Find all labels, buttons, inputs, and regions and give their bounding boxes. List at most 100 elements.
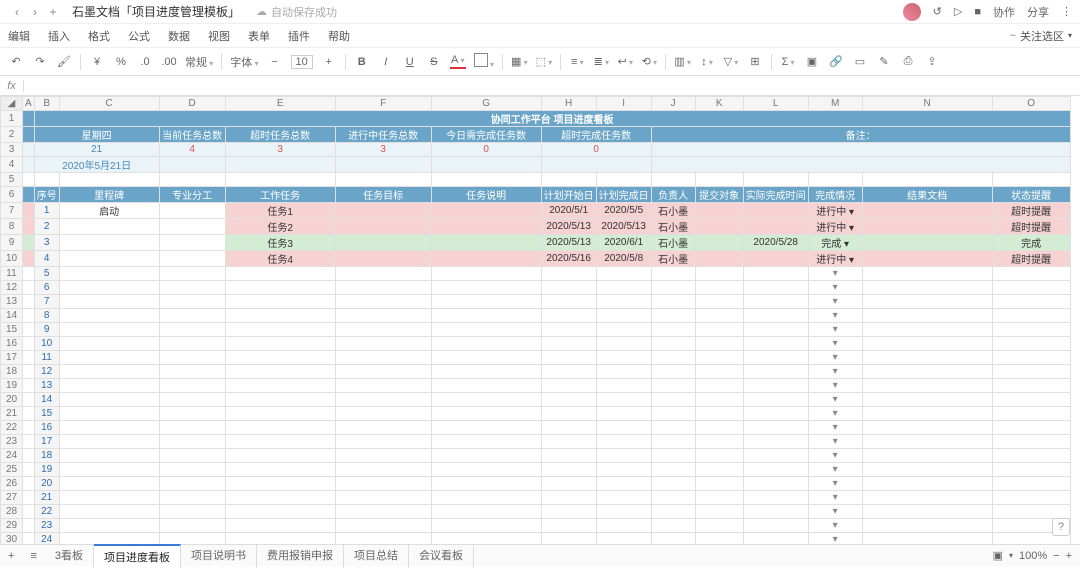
cell[interactable] bbox=[862, 309, 992, 323]
row-header[interactable]: 8 bbox=[1, 219, 23, 235]
cell[interactable] bbox=[225, 393, 335, 407]
add-sheet-button[interactable]: + bbox=[0, 550, 22, 562]
cell[interactable] bbox=[431, 309, 541, 323]
strike-button[interactable]: S bbox=[426, 56, 442, 68]
wrap-button[interactable]: ↩ bbox=[617, 55, 633, 68]
column-header-J[interactable]: J bbox=[651, 97, 695, 111]
menu-view[interactable]: 视图 bbox=[208, 28, 230, 44]
font-size-input[interactable]: 10 bbox=[291, 55, 313, 69]
cell[interactable] bbox=[431, 407, 541, 421]
cell[interactable] bbox=[651, 379, 695, 393]
cell[interactable] bbox=[695, 477, 743, 491]
stat-val-inprogress[interactable]: 3 bbox=[335, 143, 431, 157]
new-tab-button[interactable]: + bbox=[44, 5, 62, 19]
cell[interactable] bbox=[23, 519, 35, 533]
stat-val-duetoday[interactable]: 0 bbox=[431, 143, 541, 157]
cell[interactable] bbox=[59, 463, 159, 477]
cell[interactable] bbox=[431, 393, 541, 407]
cell[interactable] bbox=[743, 337, 808, 351]
row-header[interactable]: 27 bbox=[1, 491, 23, 505]
cell[interactable] bbox=[431, 519, 541, 533]
help-badge[interactable]: ? bbox=[1052, 518, 1070, 536]
row-header[interactable]: 11 bbox=[1, 267, 23, 281]
cell-seq[interactable]: 15 bbox=[34, 407, 59, 421]
cell-milestone[interactable]: 启动 bbox=[59, 203, 159, 219]
cell[interactable] bbox=[159, 393, 225, 407]
forward-button[interactable]: › bbox=[26, 5, 44, 19]
cell[interactable] bbox=[743, 435, 808, 449]
column-header-F[interactable]: F bbox=[335, 97, 431, 111]
cell-seq[interactable]: 4 bbox=[34, 251, 59, 267]
cell[interactable] bbox=[225, 505, 335, 519]
row-header[interactable]: 25 bbox=[1, 463, 23, 477]
cell[interactable] bbox=[596, 407, 651, 421]
cell[interactable] bbox=[23, 127, 35, 143]
col-owner[interactable]: 负责人 bbox=[651, 187, 695, 203]
cell[interactable] bbox=[695, 309, 743, 323]
cell[interactable] bbox=[651, 449, 695, 463]
col-seq[interactable]: 序号 bbox=[34, 187, 59, 203]
cell[interactable] bbox=[431, 173, 541, 187]
cell[interactable] bbox=[159, 351, 225, 365]
cell[interactable] bbox=[225, 435, 335, 449]
cell[interactable] bbox=[431, 351, 541, 365]
cell[interactable] bbox=[862, 421, 992, 435]
cell[interactable] bbox=[743, 365, 808, 379]
cell[interactable] bbox=[541, 421, 596, 435]
cell[interactable] bbox=[596, 323, 651, 337]
cell[interactable] bbox=[431, 421, 541, 435]
cell[interactable] bbox=[992, 407, 1070, 421]
cell[interactable] bbox=[862, 365, 992, 379]
stat-hdr-duetoday[interactable]: 今日需完成任务数 bbox=[431, 127, 541, 143]
cell[interactable] bbox=[23, 463, 35, 477]
cell-seq[interactable]: 10 bbox=[34, 337, 59, 351]
row-header[interactable]: 17 bbox=[1, 351, 23, 365]
fill-color-button[interactable] bbox=[474, 53, 494, 70]
cell[interactable] bbox=[992, 435, 1070, 449]
cell-alert[interactable]: 超时提醒 bbox=[992, 251, 1070, 267]
cell-owner[interactable]: 石小墨 bbox=[651, 203, 695, 219]
cell-task[interactable]: 任务1 bbox=[225, 203, 335, 219]
cell-seq[interactable]: 2 bbox=[34, 219, 59, 235]
cell[interactable] bbox=[695, 407, 743, 421]
cell[interactable] bbox=[159, 337, 225, 351]
row-header[interactable]: 18 bbox=[1, 365, 23, 379]
col-goal[interactable]: 任务目标 bbox=[335, 187, 431, 203]
cell[interactable] bbox=[159, 281, 225, 295]
cell[interactable] bbox=[159, 505, 225, 519]
align-v-button[interactable]: ≣ bbox=[593, 55, 609, 68]
cell[interactable] bbox=[862, 463, 992, 477]
cell[interactable] bbox=[743, 267, 808, 281]
menu-help[interactable]: 帮助 bbox=[328, 28, 350, 44]
cell[interactable] bbox=[596, 337, 651, 351]
cell[interactable] bbox=[695, 491, 743, 505]
cell[interactable] bbox=[159, 309, 225, 323]
cell-submit[interactable] bbox=[695, 203, 743, 219]
chevron-down-icon[interactable]: ▾ bbox=[1068, 31, 1072, 40]
cell-desc[interactable] bbox=[431, 219, 541, 235]
cell[interactable] bbox=[335, 463, 431, 477]
cell[interactable] bbox=[23, 407, 35, 421]
cell-end[interactable]: 2020/5/5 bbox=[596, 203, 651, 219]
cell[interactable] bbox=[862, 267, 992, 281]
cell[interactable] bbox=[743, 463, 808, 477]
cell[interactable] bbox=[59, 421, 159, 435]
spreadsheet-grid[interactable]: ◢ABCDEFGHIJKLMNO 1协同工作平台 项目进度看板2星期四当前任务总… bbox=[0, 96, 1080, 548]
menu-edit[interactable]: 编辑 bbox=[8, 28, 30, 44]
cell-submit[interactable] bbox=[695, 251, 743, 267]
cell[interactable] bbox=[431, 491, 541, 505]
link-button[interactable]: 🔗 bbox=[828, 55, 844, 68]
cell[interactable] bbox=[596, 393, 651, 407]
cell[interactable] bbox=[651, 173, 695, 187]
cell-seq[interactable]: 5 bbox=[34, 267, 59, 281]
user-avatar[interactable] bbox=[903, 3, 921, 21]
stat-hdr-inprogress[interactable]: 进行中任务总数 bbox=[335, 127, 431, 143]
row-header[interactable]: 6 bbox=[1, 187, 23, 203]
col-division[interactable]: 专业分工 bbox=[159, 187, 225, 203]
cell-seq[interactable]: 18 bbox=[34, 449, 59, 463]
col-submit[interactable]: 提交对象 bbox=[695, 187, 743, 203]
sort-button[interactable]: ↕ bbox=[699, 56, 715, 68]
cell[interactable] bbox=[431, 477, 541, 491]
cell[interactable] bbox=[225, 463, 335, 477]
cell[interactable] bbox=[541, 173, 596, 187]
